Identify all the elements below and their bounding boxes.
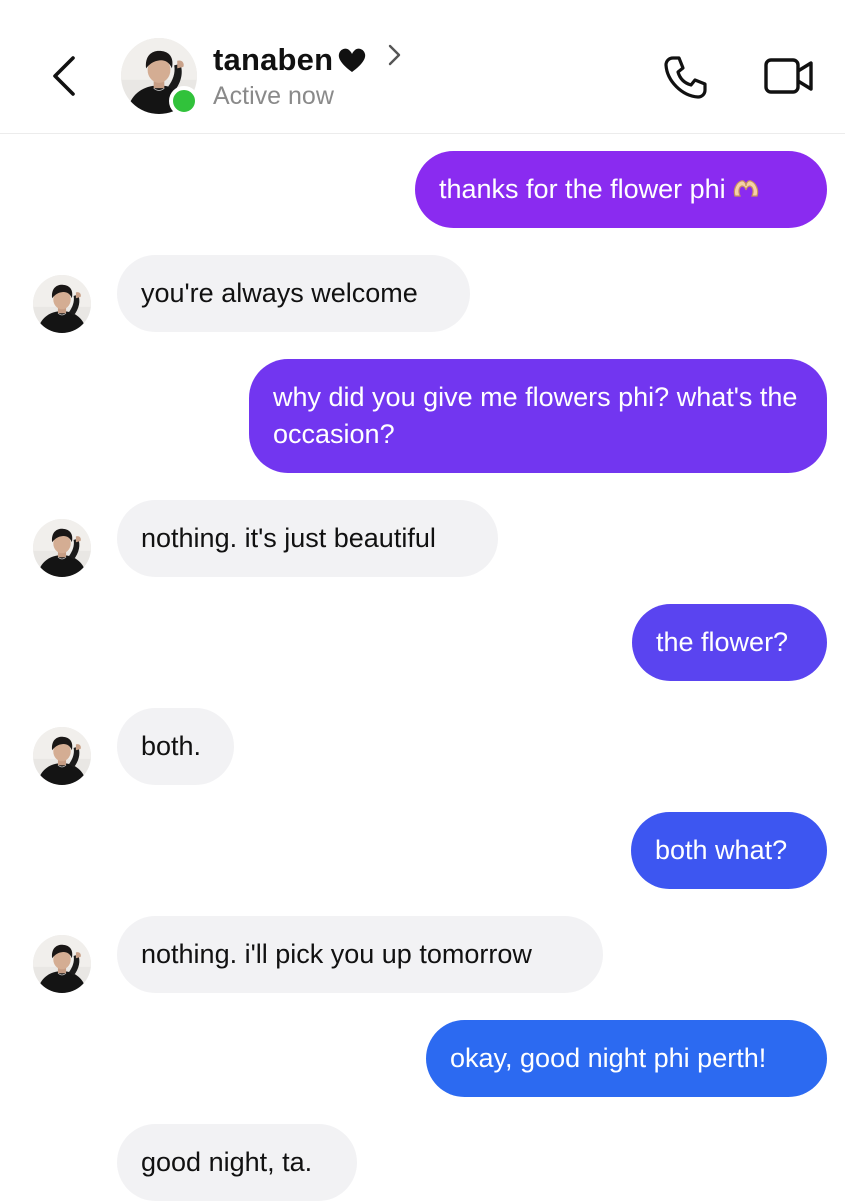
phone-icon bbox=[664, 56, 707, 99]
outgoing-message[interactable]: the flower? bbox=[632, 604, 827, 681]
contact-avatar-small[interactable] bbox=[33, 519, 91, 577]
contact-avatar[interactable] bbox=[121, 38, 199, 116]
incoming-message[interactable]: nothing. i'll pick you up tomorrow bbox=[117, 916, 603, 993]
contact-name: tanaben bbox=[213, 42, 334, 77]
back-button[interactable] bbox=[40, 48, 92, 104]
contact-avatar-small[interactable] bbox=[33, 935, 91, 993]
outgoing-message[interactable]: thanks for the flower phi bbox=[415, 151, 827, 228]
contact-info[interactable]: tanaben Active now bbox=[213, 40, 403, 111]
chat-header: tanaben Active now bbox=[0, 0, 845, 134]
message-thread[interactable]: thanks for the flower phi you're always … bbox=[0, 134, 845, 1201]
outgoing-message[interactable]: why did you give me flowers phi? what's … bbox=[249, 359, 827, 473]
active-status: Active now bbox=[213, 82, 334, 110]
heart-hands-icon bbox=[733, 180, 758, 197]
contact-avatar-small[interactable] bbox=[33, 727, 91, 785]
incoming-message[interactable]: nothing. it's just beautiful bbox=[117, 500, 498, 577]
voice-call-button[interactable] bbox=[660, 52, 710, 102]
black-heart-icon bbox=[339, 48, 366, 72]
online-status-dot bbox=[169, 86, 199, 116]
outgoing-message[interactable]: okay, good night phi perth! bbox=[426, 1020, 827, 1097]
incoming-message[interactable]: good night, ta. bbox=[117, 1124, 357, 1201]
contact-avatar-small[interactable] bbox=[33, 275, 91, 333]
chevron-left-icon bbox=[53, 56, 75, 96]
incoming-message[interactable]: you're always welcome bbox=[117, 255, 470, 332]
chevron-right-icon bbox=[389, 44, 401, 66]
outgoing-message[interactable]: both what? bbox=[631, 812, 827, 889]
incoming-message[interactable]: both. bbox=[117, 708, 234, 785]
video-call-button[interactable] bbox=[762, 54, 816, 98]
video-camera-icon bbox=[764, 58, 813, 94]
